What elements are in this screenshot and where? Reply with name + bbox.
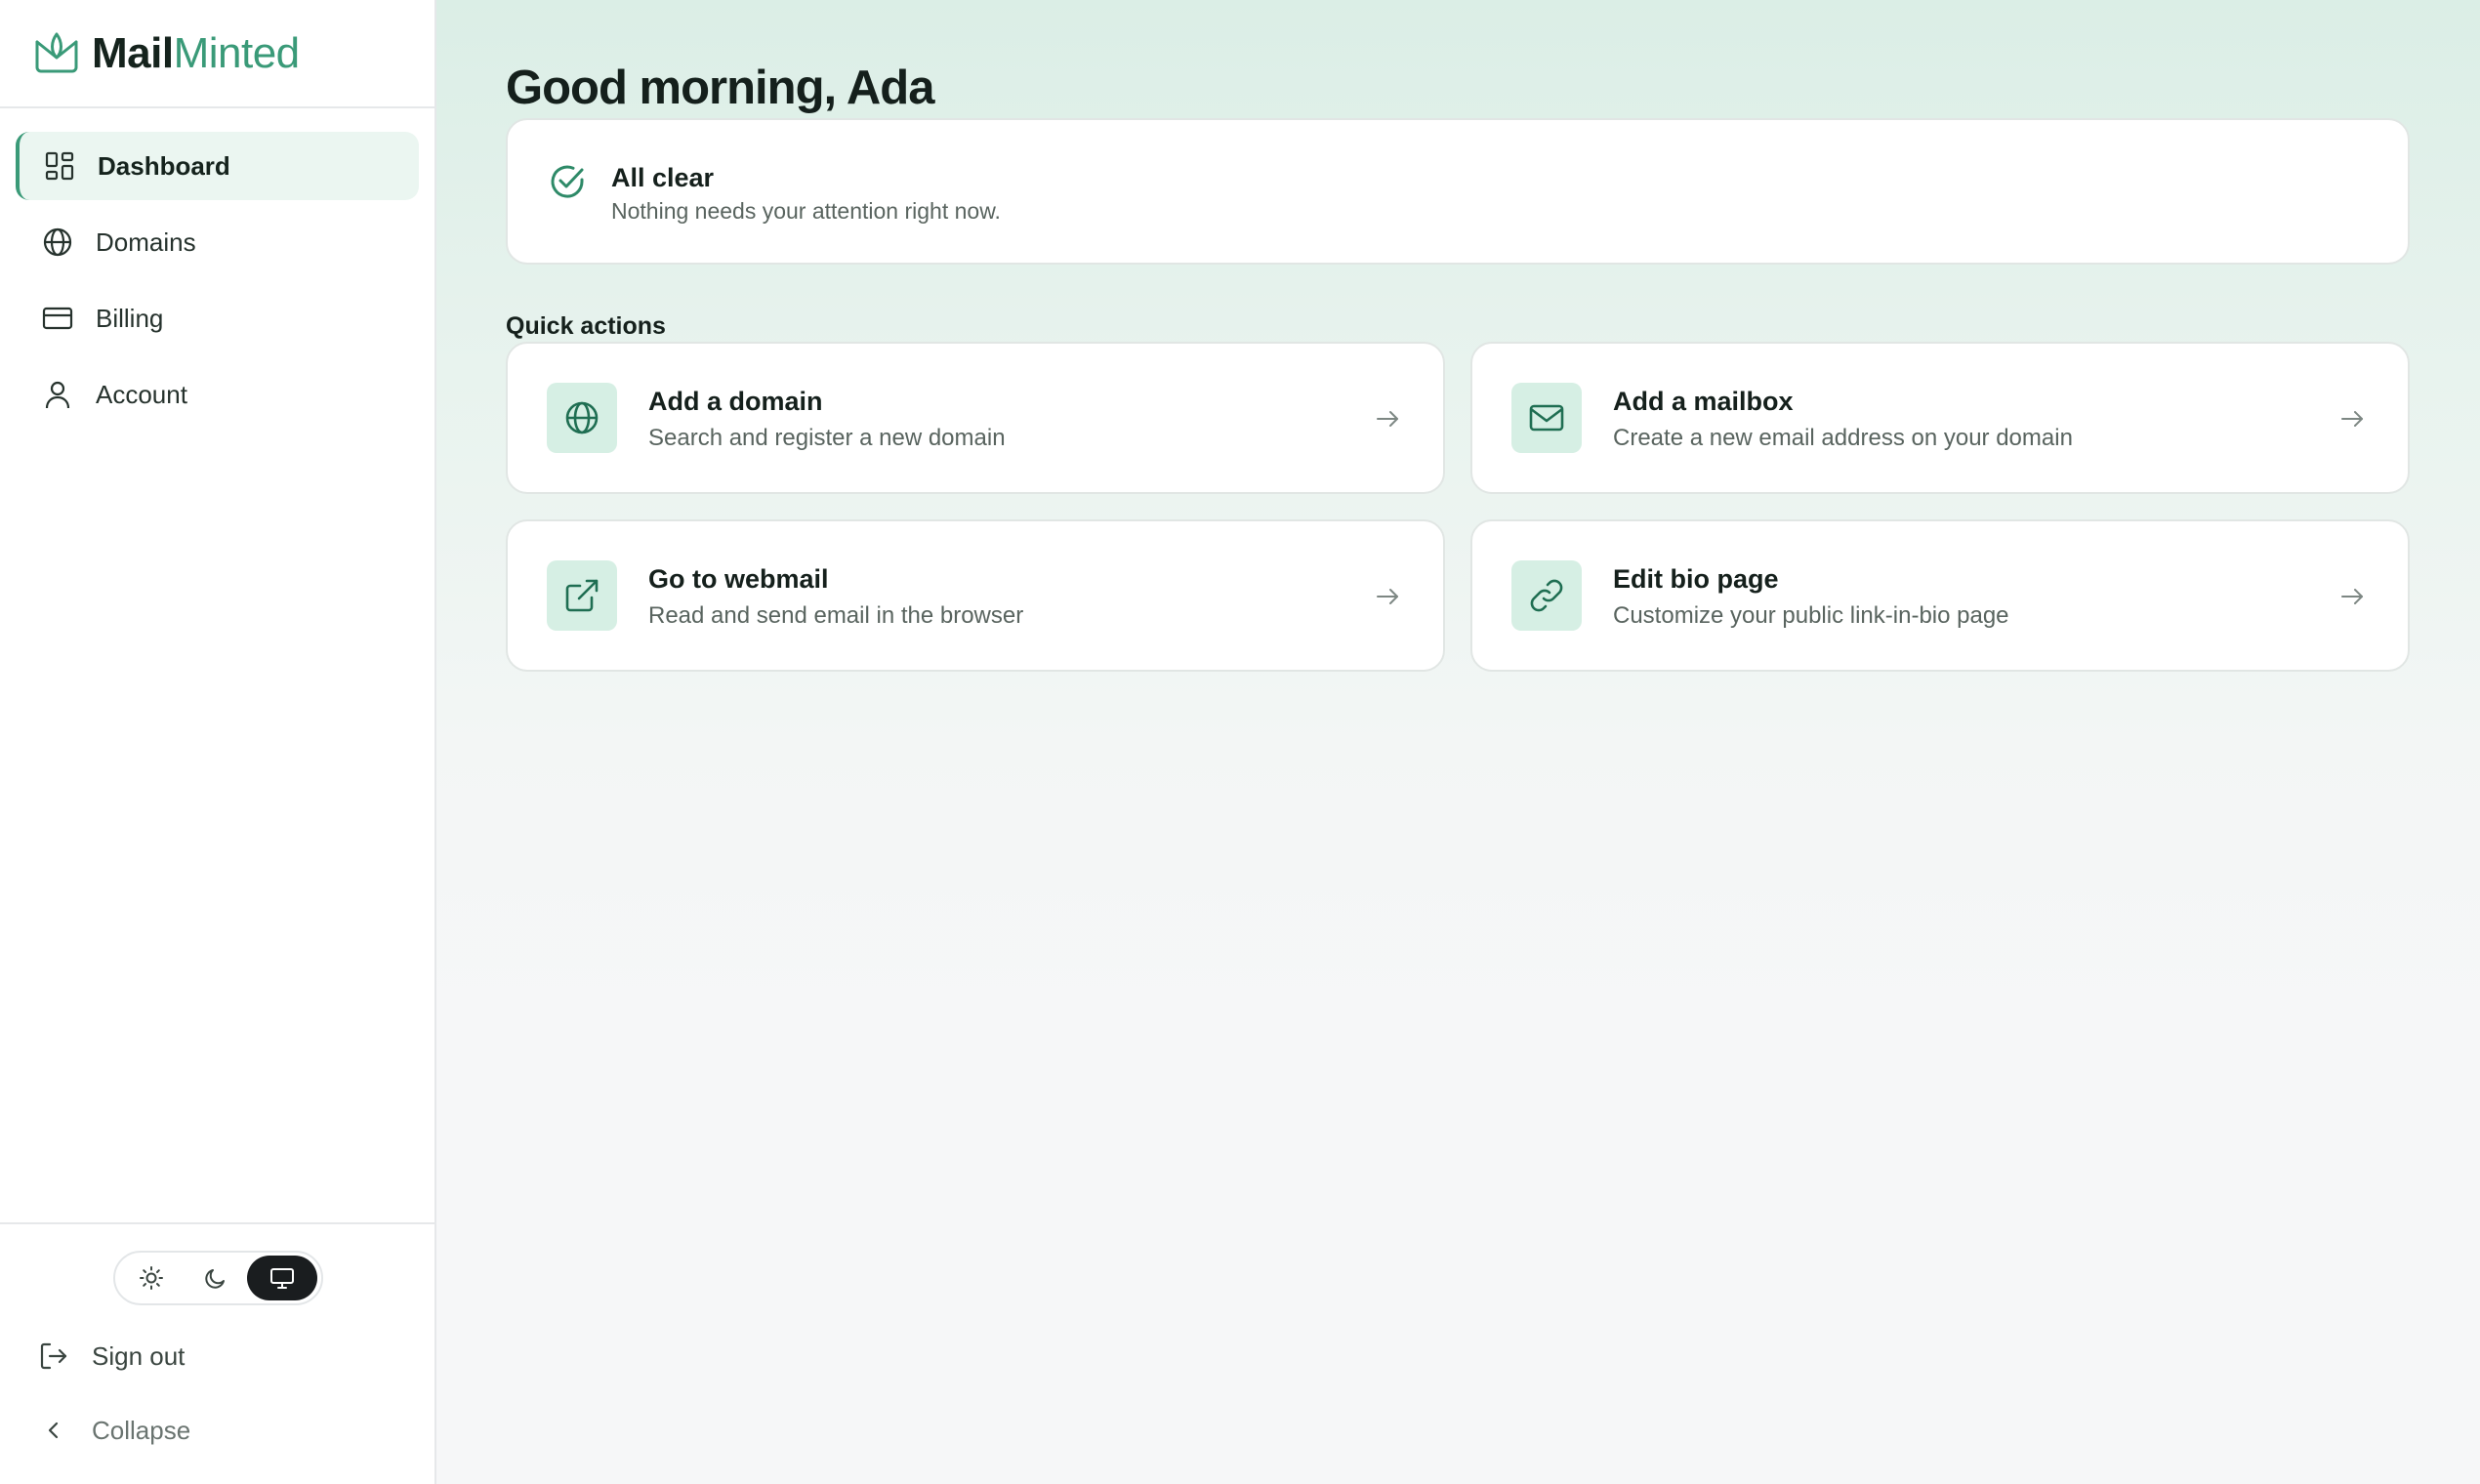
quick-action-subtitle: Read and send email in the browser	[648, 602, 1024, 629]
sidebar-footer: Sign out Collapse	[0, 1222, 434, 1484]
quick-action-title: Add a mailbox	[1613, 387, 1794, 416]
user-icon	[45, 381, 70, 409]
sidebar-item-label: Domains	[96, 227, 196, 257]
quick-action-add-domain[interactable]: Add a domain Search and register a new d…	[506, 342, 1445, 494]
sign-out-label: Sign out	[92, 1340, 186, 1371]
sign-out-button[interactable]: Sign out	[37, 1340, 185, 1373]
arrow-right-icon	[2341, 411, 2363, 427]
sidebar-item-domains[interactable]: Domains	[16, 208, 419, 276]
quick-action-title: Go to webmail	[648, 564, 829, 594]
sidebar-item-label: Dashboard	[98, 150, 230, 181]
check-circle-icon	[551, 165, 584, 198]
theme-system-button[interactable]	[247, 1256, 317, 1300]
monitor-icon	[270, 1268, 295, 1289]
quick-action-icon-tile	[1511, 560, 1582, 631]
quick-action-subtitle: Create a new email address on your domai…	[1613, 425, 2073, 451]
credit-card-icon	[42, 307, 73, 330]
sidebar-item-label: Account	[96, 379, 187, 409]
brand[interactable]: Mail Minted	[0, 0, 434, 108]
collapse-button[interactable]: Collapse	[37, 1414, 190, 1447]
sidebar-item-billing[interactable]: Billing	[16, 284, 419, 352]
external-link-icon	[565, 579, 599, 612]
quick-action-subtitle: Search and register a new domain	[648, 425, 1006, 451]
link-icon	[1530, 579, 1563, 612]
quick-action-icon-tile	[547, 383, 617, 453]
sidebar: Mail Minted Dashboard Domains Billing Ac…	[0, 0, 436, 1484]
moon-icon	[204, 1269, 225, 1289]
quick-action-title: Edit bio page	[1613, 564, 1779, 594]
dashboard-grid-icon	[45, 151, 74, 181]
quick-action-add-mailbox[interactable]: Add a mailbox Create a new email address…	[1470, 342, 2410, 494]
main-content: Good morning, Ada All clear Nothing need…	[436, 0, 2480, 1484]
sidebar-item-label: Billing	[96, 303, 164, 333]
globe-icon	[43, 227, 72, 257]
theme-light-button[interactable]	[119, 1256, 184, 1300]
collapse-label: Collapse	[92, 1415, 191, 1445]
alert-title: All clear	[611, 163, 715, 192]
quick-action-icon-tile	[547, 560, 617, 631]
quick-action-webmail[interactable]: Go to webmail Read and send email in the…	[506, 519, 1445, 672]
page-title: Good morning, Ada	[506, 62, 934, 114]
theme-switch	[113, 1251, 323, 1305]
quick-action-subtitle: Customize your public link-in-bio page	[1613, 602, 2009, 629]
quick-action-edit-bio[interactable]: Edit bio page Customize your public link…	[1470, 519, 2410, 672]
sign-out-icon	[40, 1342, 67, 1370]
quick-actions-heading: Quick actions	[506, 312, 666, 340]
quick-action-title: Add a domain	[648, 387, 823, 416]
sidebar-nav: Dashboard Domains Billing Account	[0, 108, 434, 429]
globe-icon	[565, 401, 599, 434]
sun-icon	[139, 1266, 163, 1290]
arrow-right-icon	[1377, 411, 1398, 427]
status-alert: All clear Nothing needs your attention r…	[506, 118, 2410, 265]
brand-name-light: Minted	[173, 28, 301, 77]
theme-dark-button[interactable]	[184, 1256, 248, 1300]
chevron-left-icon	[48, 1422, 59, 1439]
arrow-right-icon	[1377, 589, 1398, 604]
sidebar-item-account[interactable]: Account	[16, 360, 419, 429]
sidebar-item-dashboard[interactable]: Dashboard	[16, 132, 419, 200]
alert-subtitle: Nothing needs your attention right now.	[611, 198, 1001, 224]
leaf-mail-icon	[35, 32, 78, 72]
arrow-right-icon	[2341, 589, 2363, 604]
quick-action-icon-tile	[1511, 383, 1582, 453]
mail-icon	[1529, 404, 1564, 432]
brand-name-bold: Mail	[92, 28, 174, 77]
